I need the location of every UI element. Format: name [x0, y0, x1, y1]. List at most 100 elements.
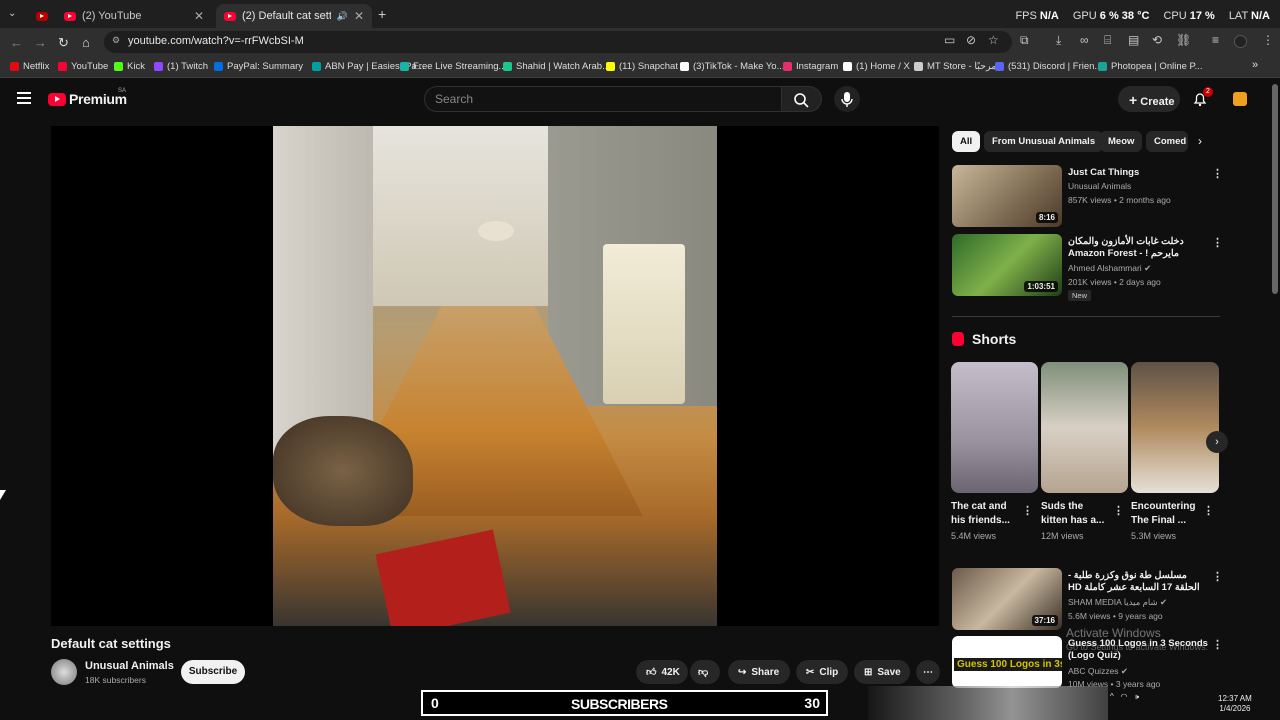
search-input[interactable]: Search — [424, 86, 782, 112]
short-title[interactable]: Suds the kitten has a... — [1041, 500, 1111, 528]
hamburger-menu-icon[interactable] — [17, 92, 31, 104]
rec-channel[interactable]: Ahmed Alshammari ✔ — [1068, 263, 1151, 274]
tab-search-chevron-icon[interactable]: ⌄ — [8, 8, 16, 19]
close-tab-icon[interactable]: ✕ — [194, 9, 204, 23]
rec-channel[interactable]: SHAM MEDIA شام ميديا ✔ — [1068, 597, 1167, 608]
home-icon[interactable]: ⌂ — [82, 35, 90, 50]
rec-menu-icon[interactable]: ⋮ — [1212, 167, 1223, 180]
rec-menu-icon[interactable]: ⋮ — [1212, 570, 1223, 583]
extension-icon[interactable]: ∞ — [1080, 33, 1089, 47]
translate-icon[interactable]: ⌸ — [1104, 33, 1111, 48]
more-actions-button[interactable]: ⋯ — [916, 660, 940, 684]
rec-channel[interactable]: ABC Quizzes ✔ — [1068, 666, 1128, 677]
extensions-icon[interactable]: ⧉ — [1020, 33, 1029, 48]
save-button[interactable]: ⊞ Save — [854, 660, 910, 684]
chips-next-chevron-icon[interactable]: › — [1198, 134, 1202, 148]
video-player[interactable] — [51, 126, 939, 626]
bookmark-star-icon[interactable]: ☆ — [988, 33, 999, 47]
new-tab-icon[interactable]: + — [378, 6, 386, 22]
scissors-icon: ✂ — [806, 666, 815, 678]
rec-menu-icon[interactable]: ⋮ — [1212, 236, 1223, 249]
volume-icon[interactable]: 🕩 — [1134, 692, 1139, 701]
reload-icon[interactable]: ↻ — [58, 35, 69, 51]
wifi-icon[interactable]: ◠ — [1120, 692, 1127, 701]
url-field[interactable]: ⚙ youtube.com/watch?v=-rrFWcbSI-M — [104, 31, 1012, 53]
browser-tab-active[interactable]: (2) Default cat settings - Yo 🔊 ✕ — [216, 4, 372, 28]
chip-all[interactable]: All — [952, 131, 981, 152]
new-badge: New — [1068, 290, 1092, 301]
eye-off-icon[interactable]: ⊘ — [966, 33, 976, 47]
channel-avatar[interactable] — [51, 659, 77, 685]
short-thumbnail[interactable] — [1131, 362, 1219, 493]
profile-avatar[interactable] — [1234, 35, 1247, 48]
rec-channel[interactable]: Unusual Animals — [1068, 181, 1131, 191]
short-thumbnail[interactable] — [1041, 362, 1128, 493]
history-icon[interactable]: ⟲ — [1152, 33, 1162, 47]
rec-thumbnail[interactable]: 37:16 — [952, 568, 1062, 630]
like-button[interactable]: 👍︎ 42K — [636, 660, 688, 684]
bookmark-item[interactable]: (1) Twitch — [154, 61, 208, 72]
voice-search-button[interactable] — [834, 86, 860, 112]
youtube-premium-logo[interactable]: Premium SA — [48, 88, 127, 107]
rec-title[interactable]: مسلسل طة نوق وكزرة طلبة - الحلقة 17 السا… — [1068, 570, 1208, 594]
rec-thumbnail[interactable]: 8:16 — [952, 165, 1062, 227]
chip-from-unusual-animals[interactable]: From Unusual Animals — [984, 131, 1104, 152]
bookmark-item[interactable]: (11) Snapchat — [606, 61, 678, 72]
short-views: 5.4M views — [951, 531, 997, 541]
bookmark-item[interactable]: (1) Home / X — [843, 61, 910, 72]
bookmark-item[interactable]: Instagram — [783, 61, 838, 72]
rec-thumbnail[interactable]: Guess 100 Logos in 3s — [952, 636, 1062, 688]
speaker-icon[interactable]: 🔊 — [337, 11, 348, 22]
bookmark-item[interactable]: MT Store - مرحبًا — [914, 61, 996, 72]
search-button[interactable] — [782, 86, 822, 112]
bookmark-item[interactable]: (531) Discord | Frien... — [995, 61, 1102, 72]
bookmarks-overflow-icon[interactable]: » — [1252, 59, 1258, 71]
share-label: Share — [751, 666, 780, 678]
youtube-header: Premium SA Search + Create 2 — [0, 78, 1280, 122]
rec-menu-icon[interactable]: ⋮ — [1212, 638, 1223, 651]
clip-button[interactable]: ✂ Clip — [796, 660, 848, 684]
shorts-next-chevron-icon[interactable]: › — [1206, 431, 1228, 453]
back-arrow-icon[interactable]: ← — [10, 35, 23, 50]
link-icon[interactable]: ⛓ — [1176, 33, 1191, 47]
create-button[interactable]: + Create — [1118, 86, 1180, 112]
install-app-icon[interactable]: ▭ — [944, 33, 955, 47]
channel-name[interactable]: Unusual Animals — [85, 660, 174, 672]
bookmark-item[interactable]: Netflix — [10, 61, 49, 72]
short-thumbnail[interactable] — [951, 362, 1038, 493]
rec-thumbnail[interactable]: 1:03:51 — [952, 234, 1062, 296]
bookmark-item[interactable]: Shahid | Watch Arab... — [503, 61, 610, 72]
short-menu-icon[interactable]: ⋮ — [1203, 504, 1214, 517]
reading-list-icon[interactable]: ≡ — [1212, 33, 1219, 47]
bookmark-item[interactable]: (3)TikTok - Make Yo... — [680, 61, 785, 72]
short-title[interactable]: Encountering The Final ... — [1131, 500, 1201, 528]
page-scrollbar[interactable] — [1272, 84, 1278, 294]
bookmark-item[interactable]: YouTube — [58, 61, 108, 72]
short-menu-icon[interactable]: ⋮ — [1113, 504, 1124, 517]
taskbar-clock[interactable]: 12:37 AM 1/4/2026 — [1218, 694, 1252, 714]
chip-comedy[interactable]: Comed — [1146, 131, 1188, 152]
chip-meow[interactable]: Meow — [1100, 131, 1143, 152]
subscribe-button[interactable]: Subscribe — [181, 660, 245, 684]
dislike-button[interactable]: 👎︎ — [690, 660, 720, 684]
browser-tab-pinned[interactable] — [28, 4, 52, 28]
share-button[interactable]: ↪ Share — [728, 660, 790, 684]
bookmark-item[interactable]: Photopea | Online P... — [1098, 61, 1203, 72]
account-avatar[interactable] — [1233, 92, 1247, 106]
close-tab-icon[interactable]: ✕ — [354, 9, 364, 23]
download-icon[interactable]: ⤓ — [1056, 33, 1061, 48]
bookmark-item[interactable]: Free Live Streaming... — [400, 61, 506, 72]
tray-chevron-icon[interactable]: ^ — [1110, 692, 1114, 701]
clip-label: Clip — [819, 666, 839, 678]
rec-title[interactable]: Just Cat Things — [1068, 167, 1208, 179]
forward-arrow-icon[interactable]: → — [34, 35, 47, 50]
short-menu-icon[interactable]: ⋮ — [1022, 504, 1033, 517]
bookmark-item[interactable]: PayPal: Summary — [214, 61, 303, 72]
wallet-icon[interactable]: ▤ — [1128, 33, 1139, 47]
bookmark-item[interactable]: Kick — [114, 61, 145, 72]
rec-title[interactable]: دخلت غابات الأمازون والمكان مايرحم ! - A… — [1068, 236, 1208, 260]
short-title[interactable]: The cat and his friends... — [951, 500, 1021, 528]
site-info-icon[interactable]: ⚙ — [112, 35, 120, 46]
browser-menu-icon[interactable]: ⋮ — [1262, 33, 1274, 47]
browser-tab-youtube[interactable]: (2) YouTube ✕ — [56, 4, 212, 28]
